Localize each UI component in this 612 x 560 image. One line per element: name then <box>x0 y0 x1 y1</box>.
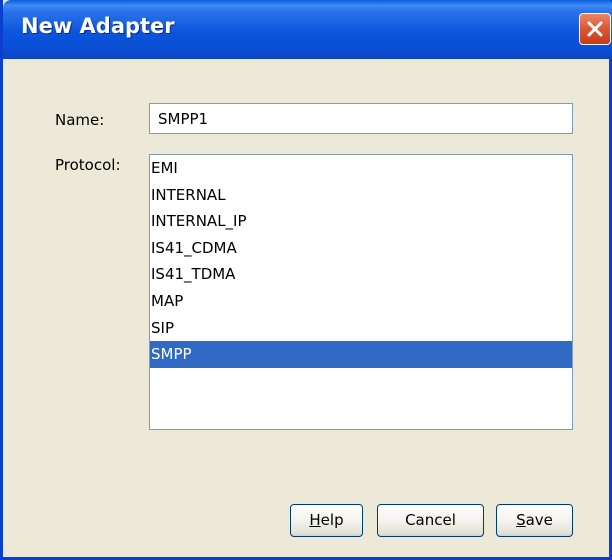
protocol-option-is41-cdma[interactable]: IS41_CDMA <box>150 235 572 262</box>
dialog-title: New Adapter <box>21 14 175 38</box>
save-button[interactable]: Save <box>496 504 573 537</box>
name-input[interactable] <box>149 103 573 134</box>
help-mnemonic: H <box>309 511 321 529</box>
protocol-option-internal[interactable]: INTERNAL <box>150 182 572 209</box>
help-label-rest: elp <box>320 511 344 529</box>
close-icon <box>587 21 603 37</box>
title-bar[interactable]: New Adapter <box>3 0 612 59</box>
save-mnemonic: S <box>516 511 526 529</box>
protocol-label: Protocol: <box>55 156 121 174</box>
protocol-option-is41-tdma[interactable]: IS41_TDMA <box>150 261 572 288</box>
close-button[interactable] <box>579 13 611 45</box>
cancel-button[interactable]: Cancel <box>377 504 484 537</box>
new-adapter-dialog: New Adapter Name: Protocol: EMI INTERNAL… <box>0 0 612 560</box>
protocol-listbox[interactable]: EMI INTERNAL INTERNAL_IP IS41_CDMA IS41_… <box>149 154 573 430</box>
protocol-option-emi[interactable]: EMI <box>150 155 572 182</box>
protocol-option-sip[interactable]: SIP <box>150 315 572 342</box>
help-button[interactable]: Help <box>290 504 363 537</box>
save-label-rest: ave <box>525 511 553 529</box>
name-label: Name: <box>55 111 105 129</box>
protocol-option-internal-ip[interactable]: INTERNAL_IP <box>150 208 572 235</box>
protocol-option-smpp[interactable]: SMPP <box>150 341 572 368</box>
protocol-option-map[interactable]: MAP <box>150 288 572 315</box>
